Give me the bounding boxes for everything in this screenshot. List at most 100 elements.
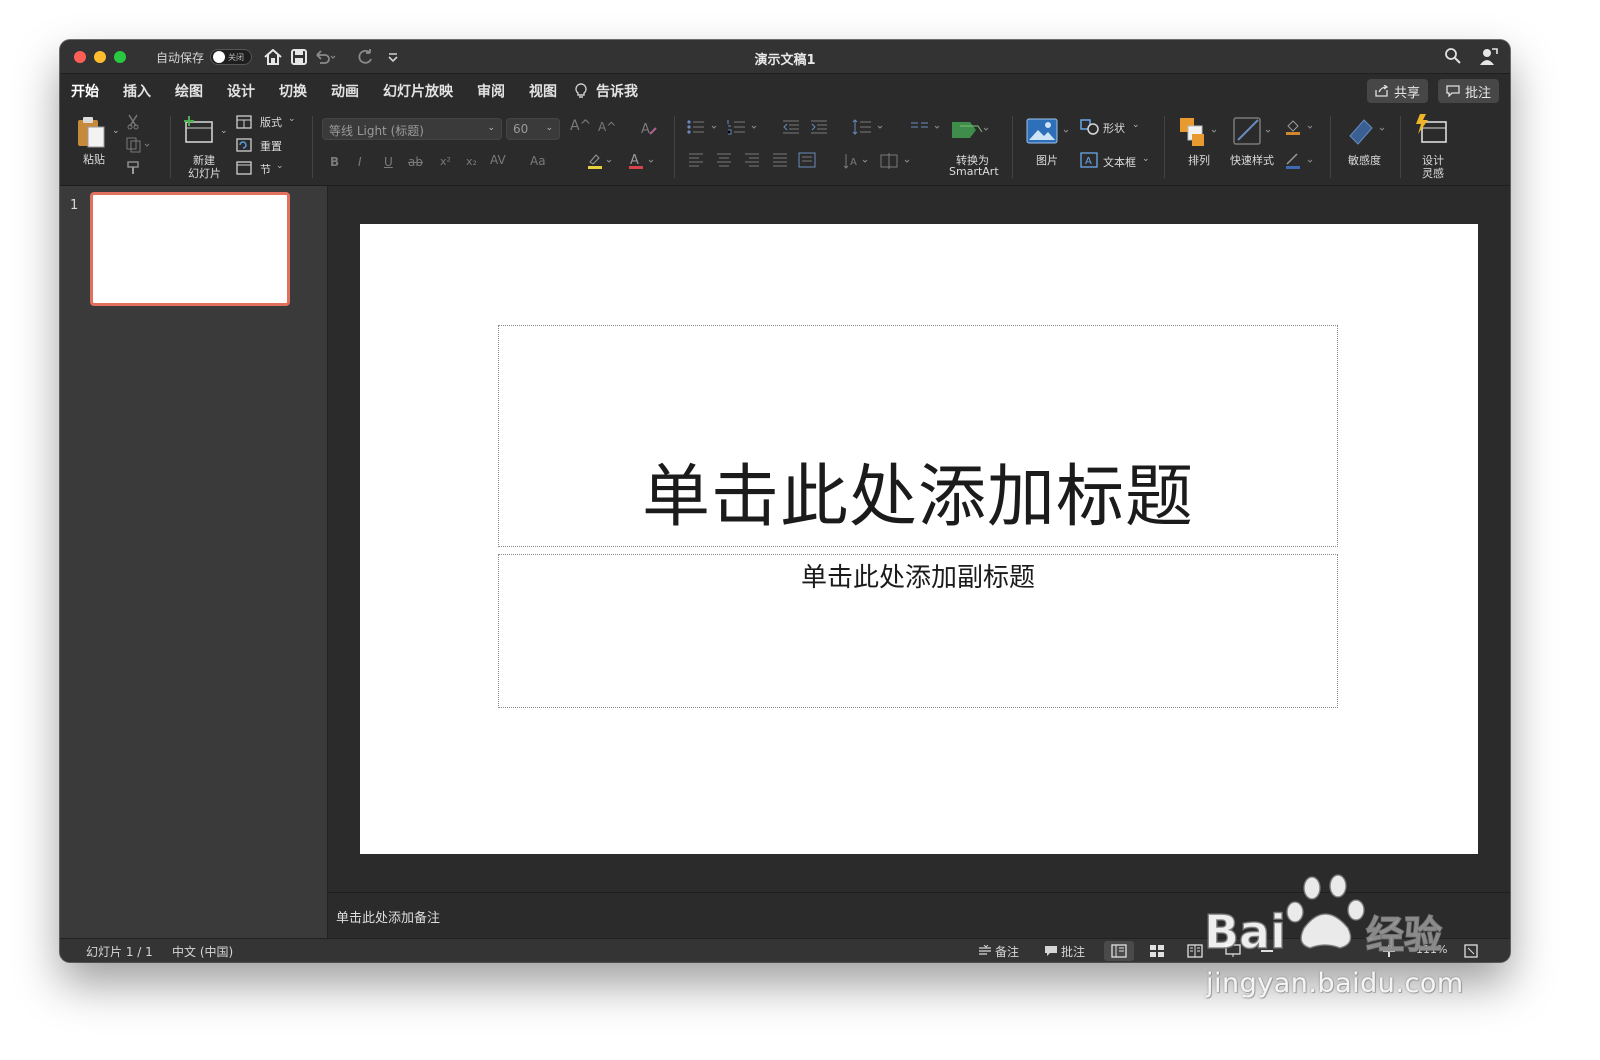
smartart-icon[interactable]: [950, 116, 992, 150]
underline-button[interactable]: U: [384, 155, 393, 169]
slide-canvas[interactable]: 单击此处添加标题 单击此处添加副标题: [360, 224, 1478, 854]
subtitle-placeholder-text: 单击此处添加副标题: [800, 563, 1035, 593]
tab-animations[interactable]: 动画: [331, 81, 359, 101]
tab-review[interactable]: 审阅: [477, 81, 505, 101]
sensitivity-icon[interactable]: [1346, 116, 1390, 150]
shape-dropdown-icon[interactable]: ⌄: [1132, 120, 1140, 130]
notes-icon: [979, 945, 991, 955]
text-direction-icon[interactable]: A: [842, 152, 874, 174]
picture-label[interactable]: 图片: [1036, 152, 1058, 168]
tab-view[interactable]: 视图: [529, 81, 557, 101]
paste-dropdown-icon[interactable]: ⌄: [112, 126, 120, 136]
zoom-level[interactable]: 111%: [1416, 943, 1447, 956]
slide-thumbnail[interactable]: [90, 192, 290, 306]
search-icon[interactable]: [1444, 47, 1464, 67]
tab-draw[interactable]: 绘图: [175, 81, 203, 101]
tab-transitions[interactable]: 切换: [279, 81, 307, 101]
shape-icon[interactable]: [1080, 118, 1100, 140]
distributed-icon[interactable]: [798, 152, 816, 172]
designer-icon[interactable]: [1414, 112, 1450, 150]
copy-icon[interactable]: [126, 137, 152, 157]
smartart-label-line2: SmartArt: [949, 165, 999, 178]
zoom-out-icon[interactable]: [1252, 941, 1282, 961]
justify-icon[interactable]: [772, 152, 788, 172]
comments-button[interactable]: 批注: [1438, 79, 1500, 103]
zoom-in-icon[interactable]: [1374, 941, 1404, 961]
arrange-label[interactable]: 排列: [1188, 152, 1210, 168]
columns-icon[interactable]: [910, 118, 944, 140]
change-case-button[interactable]: Aa: [530, 154, 546, 168]
strikethrough-button[interactable]: ab: [408, 155, 423, 169]
share-account-icon[interactable]: [1478, 47, 1498, 67]
comments-toggle-button[interactable]: 批注: [1044, 939, 1085, 962]
decrease-indent-icon[interactable]: [782, 118, 800, 140]
shrink-font-button[interactable]: A^: [598, 120, 616, 134]
reset-icon[interactable]: [236, 137, 252, 156]
shape-outline-icon[interactable]: [1284, 152, 1318, 174]
cut-icon[interactable]: [126, 114, 140, 134]
textbox-button[interactable]: 文本框: [1103, 154, 1136, 170]
tab-tell-me[interactable]: 告诉我: [596, 81, 638, 101]
share-icon: [1375, 85, 1389, 97]
tab-design[interactable]: 设计: [227, 81, 255, 101]
share-button[interactable]: 共享: [1367, 79, 1429, 103]
fit-to-window-icon[interactable]: [1456, 941, 1486, 961]
align-left-icon[interactable]: [688, 152, 704, 172]
slideshow-view-icon[interactable]: [1218, 941, 1248, 961]
shape-button[interactable]: 形状: [1103, 120, 1125, 136]
section-dropdown-icon[interactable]: ⌄: [276, 161, 284, 171]
subtitle-placeholder[interactable]: 单击此处添加副标题: [498, 554, 1338, 708]
normal-view-icon[interactable]: [1104, 941, 1134, 961]
shape-fill-icon[interactable]: [1284, 118, 1318, 140]
title-placeholder[interactable]: 单击此处添加标题: [498, 325, 1338, 547]
align-right-icon[interactable]: [744, 152, 760, 172]
superscript-button[interactable]: x²: [440, 155, 451, 168]
chevron-down-icon: ⌄: [545, 123, 553, 133]
section-icon[interactable]: [236, 160, 252, 179]
tab-home[interactable]: 开始: [71, 81, 99, 101]
new-slide-icon[interactable]: [182, 116, 216, 150]
bullets-icon[interactable]: [686, 118, 722, 140]
grow-font-button[interactable]: A^: [570, 118, 591, 134]
font-color-icon[interactable]: A: [628, 152, 658, 174]
section-button[interactable]: 节: [260, 161, 271, 177]
line-spacing-icon[interactable]: [852, 118, 888, 140]
align-center-icon[interactable]: [716, 152, 732, 172]
highlight-color-icon[interactable]: [586, 152, 616, 174]
notes-pane[interactable]: 单击此处添加备注: [328, 892, 1510, 938]
italic-button[interactable]: I: [358, 155, 362, 169]
tab-insert[interactable]: 插入: [123, 81, 151, 101]
new-slide-dropdown-icon[interactable]: ⌄: [220, 126, 228, 136]
layout-button[interactable]: 版式: [260, 114, 282, 130]
notes-toggle-button[interactable]: 备注: [978, 939, 1019, 962]
comments-toggle-label: 批注: [1061, 944, 1086, 959]
tab-slideshow[interactable]: 幻灯片放映: [383, 81, 453, 101]
align-text-icon[interactable]: [880, 152, 914, 174]
layout-dropdown-icon[interactable]: ⌄: [288, 114, 296, 124]
font-size-dropdown[interactable]: 60 ⌄: [506, 118, 560, 140]
arrange-icon[interactable]: [1178, 116, 1222, 152]
picture-icon[interactable]: [1026, 118, 1074, 148]
textbox-dropdown-icon[interactable]: ⌄: [1142, 154, 1150, 164]
ribbon-separator: [312, 116, 313, 178]
language-indicator[interactable]: 中文 (中国): [172, 943, 233, 960]
quick-styles-icon[interactable]: [1230, 114, 1276, 152]
sensitivity-label[interactable]: 敏感度: [1348, 152, 1381, 168]
character-spacing-button[interactable]: AV: [490, 153, 506, 167]
increase-indent-icon[interactable]: [810, 118, 828, 140]
layout-icon[interactable]: [236, 114, 252, 133]
subscript-button[interactable]: x₂: [466, 155, 477, 168]
reset-button[interactable]: 重置: [260, 138, 282, 154]
clear-formatting-icon[interactable]: A: [640, 120, 658, 140]
bold-button[interactable]: B: [330, 155, 339, 169]
slide-sorter-view-icon[interactable]: [1142, 941, 1172, 961]
numbering-icon[interactable]: [726, 118, 762, 140]
textbox-icon[interactable]: A: [1080, 152, 1098, 172]
chevron-down-icon: ⌄: [487, 123, 495, 133]
quick-styles-label[interactable]: 快速样式: [1230, 152, 1274, 168]
font-name-dropdown[interactable]: 等线 Light (标题) ⌄: [322, 118, 502, 140]
format-painter-icon[interactable]: [126, 160, 142, 180]
reading-view-icon[interactable]: [1180, 941, 1210, 961]
title-bar: 自动保存 关闭 演示文稿1: [60, 40, 1510, 74]
paste-icon[interactable]: [74, 114, 110, 154]
